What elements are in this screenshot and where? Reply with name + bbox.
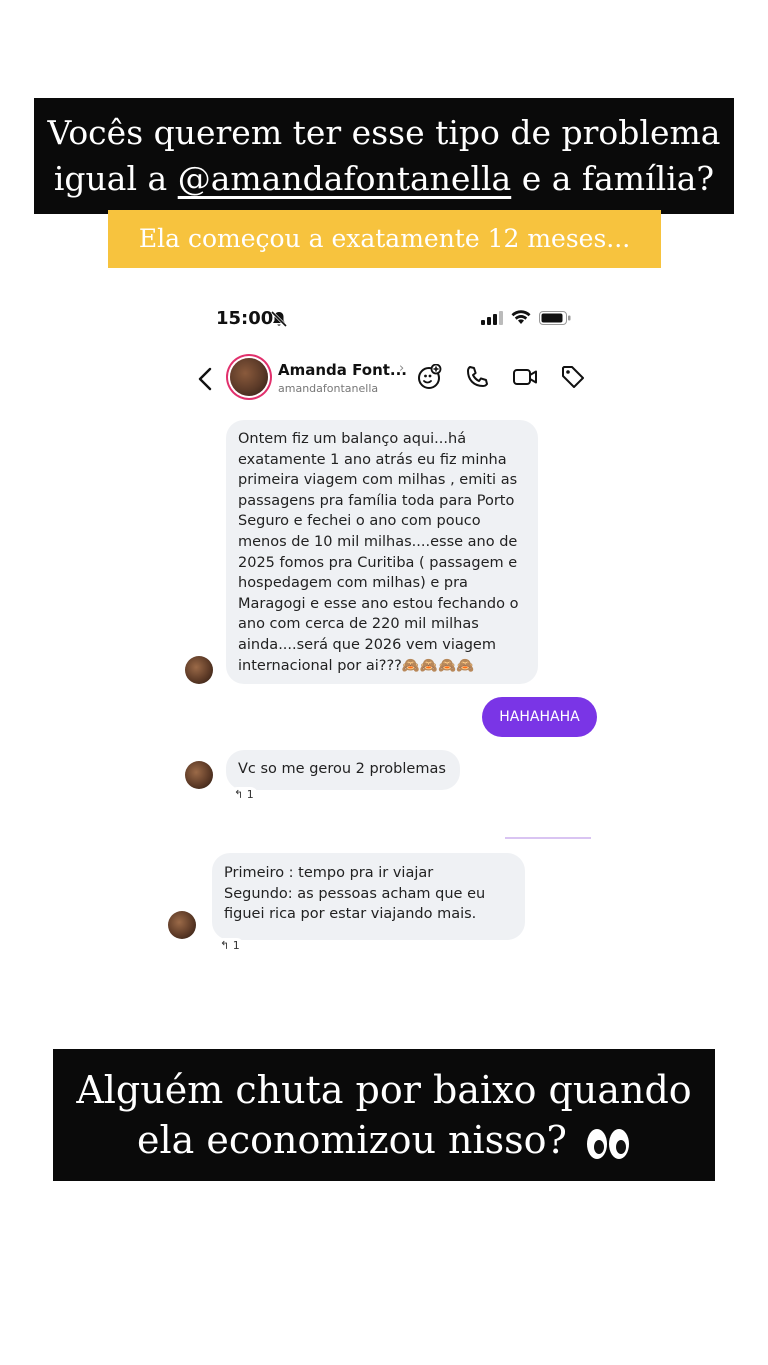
phone-icon[interactable]	[464, 364, 490, 390]
reply-count-badge[interactable]: ↰ 1	[216, 938, 244, 953]
divider	[505, 837, 591, 839]
status-bar: 15:00	[216, 306, 571, 334]
contact-username: amandafontanella	[278, 382, 379, 395]
video-icon[interactable]	[512, 364, 538, 390]
footer-banner: Alguém chuta por baixo quando ela econom…	[53, 1049, 715, 1181]
reply-count: 1	[246, 788, 254, 801]
reply-count: 1	[232, 939, 240, 952]
subline-banner: Ela começou a exatamente 12 meses...	[108, 210, 661, 268]
tag-icon[interactable]	[560, 364, 586, 390]
status-indicators	[481, 310, 571, 325]
message-bubble-1[interactable]: Ontem fiz um balanço aqui...há exatament…	[226, 420, 538, 684]
mention-link[interactable]: @amandafontanella	[178, 159, 512, 198]
footer-line-1: Alguém chuta por baixo quando	[76, 1068, 692, 1112]
reply-count-badge[interactable]: ↰ 1	[230, 787, 258, 802]
headline-banner: Vocês querem ter esse tipo de problema i…	[34, 98, 734, 214]
message-bubble-2[interactable]: HAHAHAHA	[482, 697, 597, 737]
chat-header: Amanda Font... › amandafontanella	[192, 352, 592, 406]
status-time: 15:00	[216, 308, 274, 329]
footer-line-2: ela economizou nisso?	[137, 1118, 567, 1162]
sender-avatar	[185, 656, 213, 684]
eyes-emoji-icon	[587, 1128, 629, 1159]
sender-avatar	[168, 911, 196, 939]
wifi-icon	[511, 310, 531, 324]
message-bubble-3[interactable]: Vc so me gerou 2 problemas	[226, 750, 460, 790]
chevron-right-icon: ›	[399, 361, 405, 376]
back-icon[interactable]	[196, 366, 214, 392]
sticker-add-icon[interactable]	[416, 364, 442, 390]
signal-icon	[481, 310, 503, 325]
bell-muted-icon	[270, 310, 288, 328]
message-bubble-4[interactable]: Primeiro : tempo pra ir viajar Segundo: …	[212, 853, 525, 940]
sender-avatar	[185, 761, 213, 789]
avatar[interactable]	[230, 358, 268, 396]
headline-text-2: e a família?	[511, 159, 715, 198]
battery-icon	[539, 310, 571, 325]
contact-name[interactable]: Amanda Font...	[278, 361, 407, 379]
